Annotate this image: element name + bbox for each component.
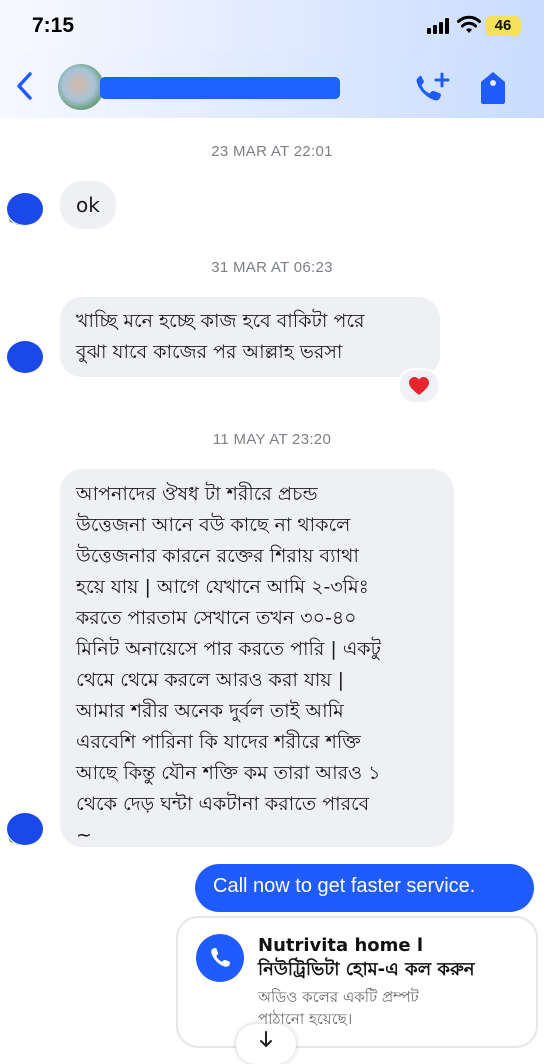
call-card-title: Nutrivita home l নিউট্রিভিটা হোম-এ কল কর…	[258, 935, 475, 980]
message-text: আপনাদের ঔষধ টা শরীরে প্রচন্ড উত্তেজনা আন…	[76, 483, 381, 846]
outgoing-message-bubble[interactable]: Call now to get faster service.	[195, 864, 534, 912]
sender-avatar[interactable]	[6, 192, 44, 226]
message-bubble[interactable]: খাচ্ছি মনে হচ্ছে কাজ হবে বাকিটা পরে বুঝা…	[60, 297, 440, 377]
timestamp: 31 MAR AT 06:23	[211, 259, 333, 276]
status-bar: 7:15 46	[0, 0, 544, 52]
call-button[interactable]	[196, 934, 244, 982]
cellular-signal-icon	[427, 18, 449, 34]
message-bubble[interactable]: আপনাদের ঔষধ টা শরীরে প্রচন্ড উত্তেজনা আন…	[60, 469, 454, 847]
contact-avatar[interactable]	[58, 64, 104, 110]
outgoing-message-text: Call now to get faster service.	[213, 875, 476, 897]
back-chevron-icon[interactable]	[12, 70, 38, 102]
call-card-subtitle: অডিও কলের একটি প্রম্পট পাঠানো হয়েছে।	[258, 988, 419, 1028]
reaction-badge[interactable]	[398, 368, 440, 404]
sender-avatar[interactable]	[6, 812, 44, 846]
sender-avatar[interactable]	[6, 340, 44, 374]
status-time: 7:15	[32, 14, 75, 37]
heart-icon	[409, 377, 429, 395]
audio-call-add-icon[interactable]	[413, 72, 451, 104]
phone-icon	[211, 948, 230, 967]
wifi-icon	[457, 15, 481, 33]
conversation-header: Kobiruddin Sorder	[0, 52, 544, 118]
timestamp: 11 MAY AT 23:20	[212, 431, 332, 448]
message-text: ok	[76, 193, 100, 217]
scroll-down-icon	[260, 1031, 272, 1048]
scroll-to-bottom-button[interactable]	[236, 1024, 296, 1064]
battery-icon: 46	[485, 16, 521, 36]
contact-name[interactable]: Kobiruddin Sorder	[100, 77, 340, 99]
message-bubble[interactable]: ok	[60, 181, 116, 229]
timestamp: 23 MAR AT 22:01	[211, 143, 333, 160]
tag-icon[interactable]	[478, 70, 508, 106]
call-prompt-card[interactable]: Nutrivita home l নিউট্রিভিটা হোম-এ কল কর…	[176, 916, 538, 1048]
message-text: খাচ্ছি মনে হচ্ছে কাজ হবে বাকিটা পরে বুঝা…	[76, 310, 365, 363]
